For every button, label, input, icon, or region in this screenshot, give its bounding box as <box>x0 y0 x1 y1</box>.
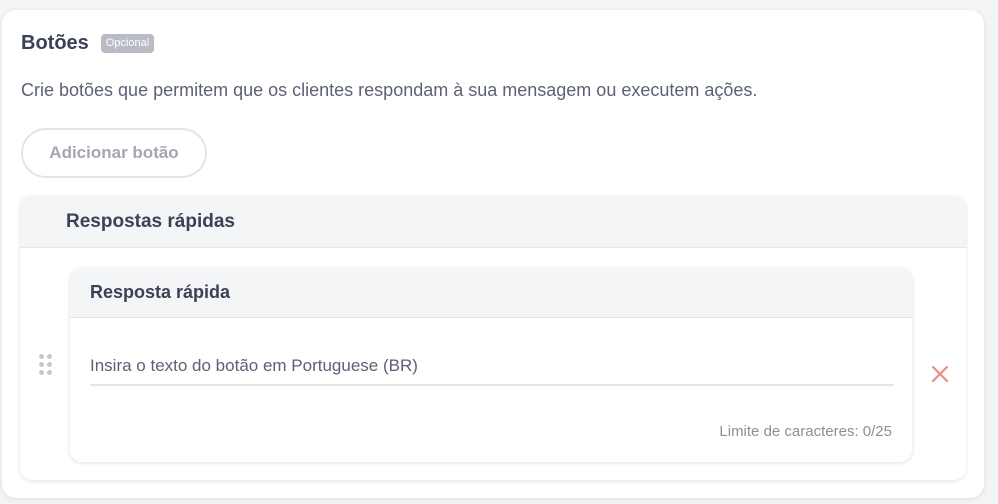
quick-reply-title: Resposta rápida <box>70 268 912 318</box>
optional-badge: Opcional <box>100 34 155 53</box>
section-title: Botões <box>21 32 89 54</box>
buttons-card: Botões Opcional Crie botões que permitem… <box>2 10 984 498</box>
quick-replies-title: Respostas rápidas <box>20 196 966 248</box>
char-count: 0/25 <box>862 423 892 440</box>
quick-replies-group: Respostas rápidas Resposta rápida Limite… <box>20 196 966 480</box>
section-header: Botões Opcional <box>21 32 155 55</box>
close-icon[interactable] <box>930 364 950 384</box>
button-text-input[interactable] <box>90 348 894 386</box>
section-description: Crie botões que permitem que os clientes… <box>21 80 758 100</box>
drag-handle-icon[interactable] <box>39 354 53 376</box>
char-limit: Limite de caracteres: 0/25 <box>719 423 892 440</box>
add-button-button[interactable]: Adicionar botão <box>21 128 207 178</box>
char-limit-label: Limite de caracteres: <box>719 423 859 440</box>
quick-reply-item: Resposta rápida Limite de caracteres: 0/… <box>70 268 912 462</box>
